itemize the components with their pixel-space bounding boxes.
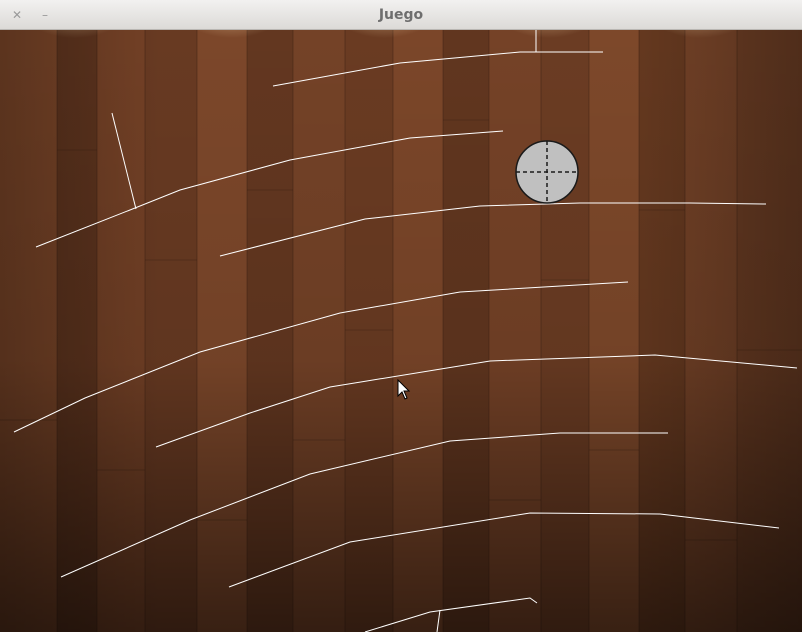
player-ball[interactable] xyxy=(515,140,579,204)
window-title: Juego xyxy=(378,7,424,23)
game-window: ✕ – Juego xyxy=(0,0,802,632)
title-bar: ✕ – Juego xyxy=(0,0,802,30)
game-scene[interactable] xyxy=(0,30,802,632)
game-canvas[interactable] xyxy=(0,30,802,632)
wood-background xyxy=(0,30,802,632)
